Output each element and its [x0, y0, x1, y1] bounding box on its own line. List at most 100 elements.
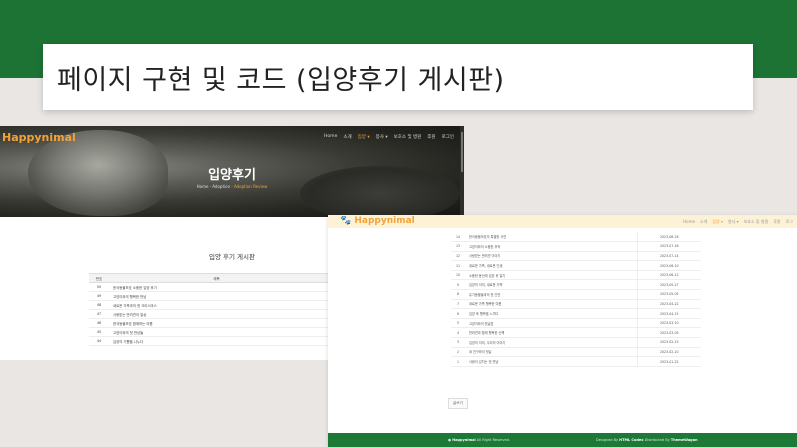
row-title-link[interactable]: 고양이와의 소중한 추억 [465, 241, 638, 252]
table-row[interactable]: 8 유기동물들과의 첫 인연 2023-05-05 [451, 289, 701, 300]
breadcrumb-path[interactable]: Home · Adoption · [197, 184, 234, 189]
table-row[interactable]: 14 한국동물보호의 특별한 사연 2023-08-16 [451, 232, 701, 243]
table-row[interactable]: 11 새로운 가족, 새로운 인생 2023-06-10 [451, 260, 701, 271]
row-date: 2023-02-10 [637, 347, 701, 358]
slide-title: 페이지 구현 및 코드 (입양후기 게시판) [57, 64, 505, 96]
row-date: 2023-05-27 [637, 279, 701, 291]
nav-adoption[interactable]: 입양 ▾ [712, 219, 723, 225]
row-title-link[interactable]: 입양의 의미, 새로운 가족 [465, 279, 638, 291]
footer-themewagon-link[interactable]: ThemeWagon [671, 438, 698, 442]
row-title-link[interactable]: 입양 후 행복을 느끼다 [465, 308, 638, 319]
footer-rights: All Right Reserved. [475, 438, 510, 442]
row-date: 2023-07-26 [637, 241, 701, 252]
row-title-link[interactable]: 한국동물보호의 특별한 사연 [465, 232, 638, 243]
row-date: 2023-04-15 [637, 308, 701, 319]
brand-logo[interactable]: 🐾 Happynimal [340, 216, 415, 226]
row-title-link[interactable]: 입양의 기쁨을 나누다 [109, 336, 324, 346]
nav-volunteer[interactable]: 봉사 ▾ [376, 134, 388, 140]
row-number: 48 [89, 300, 109, 310]
top-nav: Home 소개 입양 ▾ 봉사 ▾ 보호소 및 병원 후원 로그 [683, 219, 793, 225]
nav-volunteer[interactable]: 봉사 ▾ [728, 219, 739, 225]
nav-home[interactable]: Home [683, 219, 695, 225]
row-number: 3 [451, 337, 465, 348]
hero-banner: Happynimal Home 소개 입양 ▾ 봉사 ▾ 보호소 및 병원 후원… [0, 126, 464, 217]
site-header: 🐾 Happynimal Home 소개 입양 ▾ 봉사 ▾ 보호소 및 병원 … [328, 215, 797, 228]
table-row[interactable]: 9 입양의 의미, 새로운 가족 2023-05-27 [451, 279, 701, 291]
review-table: 14 한국동물보호의 특별한 사연 2023-08-16 13 고양이와의 소중한 추억… [451, 232, 701, 367]
row-date: 2023-06-12 [637, 270, 701, 281]
nav-adoption[interactable]: 입양 ▾ [358, 134, 370, 140]
table-row[interactable]: 7 새로운 가족 행복한 여름 2023-04-22 [451, 299, 701, 310]
row-number: 50 [89, 282, 109, 292]
footer-credits: Designed By HTML Codex Distributed By Th… [596, 438, 698, 442]
hero-title: 입양후기 [208, 168, 256, 183]
row-date: 2023-01-22 [637, 356, 701, 367]
brand-logo[interactable]: Happynimal [2, 131, 76, 144]
row-title-link[interactable]: 유기동물들과의 첫 인연 [465, 289, 638, 300]
row-title-link[interactable]: 한국동물보호 소중한 입양 후기 [109, 282, 324, 292]
row-date: 2023-03-10 [637, 318, 701, 329]
table-row[interactable]: 12 사랑받는 반려견 이야기 2023-07-14 [451, 251, 701, 262]
table-row[interactable]: 10 소중한 동산에 입양 후 일기 2023-06-12 [451, 270, 701, 281]
row-title-link[interactable]: 한국동물보호 함께하는 여름 [109, 318, 324, 328]
row-number: 6 [451, 308, 465, 319]
table-row[interactable]: 13 고양이와의 소중한 추억 2023-07-26 [451, 241, 701, 252]
table-row[interactable]: 3 입양의 의미, 우리의 이야기 2023-02-15 [451, 337, 701, 348]
footer-htmlcodex-link[interactable]: HTML Codex [619, 438, 643, 442]
row-date: 2023-04-22 [637, 299, 701, 310]
row-title-link[interactable]: 새로운 가족, 새로운 인생 [465, 260, 638, 271]
row-title-link[interactable]: 사랑받는 반려견 이야기 [465, 251, 638, 262]
col-title: 제목 [109, 273, 324, 283]
table-row[interactable]: 4 반려견과 함께 행복한 산책 2023-03-05 [451, 327, 701, 339]
row-title-link[interactable]: 반려견과 함께 행복한 산책 [465, 327, 638, 339]
row-number: 44 [89, 336, 109, 346]
row-number: 13 [451, 241, 465, 252]
nav-login[interactable]: 로그 [786, 219, 793, 225]
table-row[interactable]: 2새 친구와의 첫날 2023-02-10 [451, 347, 701, 358]
nav-shelter[interactable]: 보호소 및 병원 [394, 134, 422, 140]
nav-about[interactable]: 소개 [343, 134, 351, 140]
row-number: 49 [89, 291, 109, 301]
row-number: 14 [451, 232, 465, 243]
row-date: 2023-05-05 [637, 289, 701, 300]
row-title-link[interactable]: 새로운 가족과의 첫 크리스마스 [109, 300, 324, 310]
nav-home[interactable]: Home [324, 134, 337, 140]
row-title-link[interactable]: 고양이와의 첫 만남들 [109, 327, 324, 337]
footer-distributed-by: Distributed By [643, 438, 671, 442]
slide-title-card: 페이지 구현 및 코드 (입양후기 게시판) [43, 44, 753, 110]
row-date: 2023-06-10 [637, 260, 701, 271]
row-number: 7 [451, 299, 465, 310]
row-number: 4 [451, 327, 465, 339]
nav-about[interactable]: 소개 [700, 219, 707, 225]
row-number: 1 [451, 356, 465, 367]
row-title-link[interactable]: 새로운 가족 행복한 여름 [465, 299, 638, 310]
row-number: 2 [451, 347, 465, 358]
breadcrumb: Home · Adoption · Adoption Review [0, 184, 464, 189]
nav-donate[interactable]: 후원 [427, 134, 435, 140]
row-number: 9 [451, 279, 465, 291]
footer-brand-link[interactable]: Happynimal [452, 438, 475, 442]
row-title-link[interactable]: 입양의 의미, 우리의 이야기 [465, 337, 638, 348]
row-date: 2023-03-05 [637, 327, 701, 339]
table-row[interactable]: 5 고양이와의 첫날밤 2023-03-10 [451, 318, 701, 329]
table-row[interactable]: 1 사랑이 넘치는 첫 만남 2023-01-22 [451, 356, 701, 367]
board-screenshot-2: 🐾 Happynimal Home 소개 입양 ▾ 봉사 ▾ 보호소 및 병원 … [328, 215, 797, 447]
nav-login[interactable]: 로그인 [442, 134, 454, 140]
row-number: 47 [89, 309, 109, 319]
nav-shelter[interactable]: 보호소 및 병원 [744, 219, 769, 225]
nav-donate[interactable]: 후원 [773, 219, 780, 225]
location-pin-icon: ● [448, 438, 452, 442]
row-title-link[interactable]: 고양이와의 행복한 만남 [109, 291, 324, 301]
row-date: 2023-02-15 [637, 337, 701, 348]
table-row[interactable]: 6 입양 후 행복을 느끼다 2023-04-15 [451, 308, 701, 319]
top-nav: Home 소개 입양 ▾ 봉사 ▾ 보호소 및 병원 후원 로그인 [324, 134, 454, 140]
row-title-link[interactable]: 사랑받는 반려견의 일상 [109, 309, 324, 319]
row-title-link[interactable]: 고양이와의 첫날밤 [465, 318, 638, 329]
row-number: 8 [451, 289, 465, 300]
row-title-link[interactable]: 사랑이 넘치는 첫 만남 [465, 356, 638, 367]
row-title-link[interactable]: 새 친구와의 첫날 [465, 347, 638, 358]
row-title-link[interactable]: 소중한 동산에 입양 후 일기 [465, 270, 638, 281]
write-button[interactable]: 글쓰기 [448, 398, 468, 409]
scrollbar-thumb[interactable] [461, 132, 463, 172]
hero-scrollbar[interactable] [460, 126, 464, 216]
